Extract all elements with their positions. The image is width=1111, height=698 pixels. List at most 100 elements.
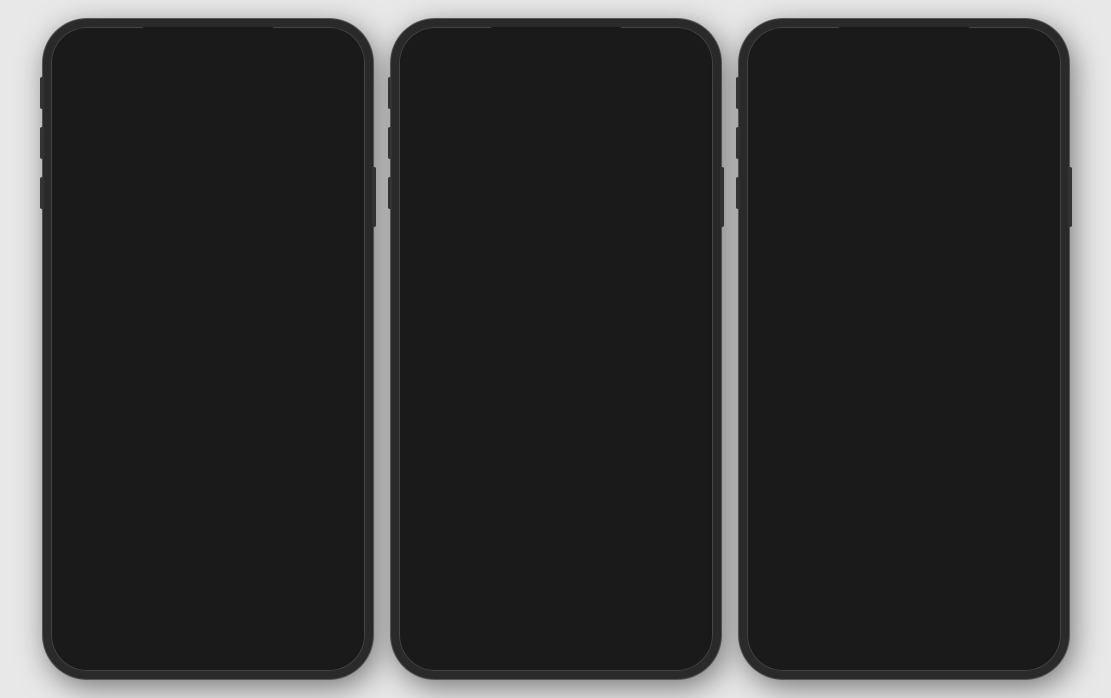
siri-menu-item-3[interactable]: Siri Create a Siri shortcut for opening … (747, 160, 1061, 214)
cell-by-v: $392,117.25 (572, 299, 700, 313)
p3-cm: Charente-Maritime (759, 469, 921, 483)
kpi-cost: $97M Total Product Cost (508, 119, 604, 152)
siri-label-3: Siri (801, 172, 1043, 188)
signal-bars-1 (282, 43, 300, 55)
search-icon-3 (765, 419, 787, 441)
kpi-cost-label: Total Product Cost (508, 142, 604, 152)
share-icon-3 (765, 125, 787, 147)
s2-bar1 (630, 51, 633, 55)
table-row: Alabama (411, 257, 701, 271)
scroll-thumb-3 (1043, 475, 1047, 535)
trends-tab-sales-3[interactable]: Sales (848, 521, 902, 543)
phone-3: 18:03 4G (739, 19, 1069, 679)
report-bottom-preview-3: Charente-Maritime $33,748.23 England $3,… (747, 469, 1061, 613)
refresh-label-1: Refresh visuals (105, 375, 347, 391)
network-3: 4G (1000, 43, 1015, 55)
battery-fill-1 (325, 46, 339, 53)
cell-br: Brandenburg (411, 313, 573, 327)
trends-title-3: Trends for: (759, 503, 1049, 517)
phone-2: 18:03 4G (391, 19, 721, 679)
s3-bar4 (993, 43, 996, 55)
table-row: Pacific $8,922,309.95 (411, 213, 701, 227)
table-icon-1 (79, 323, 101, 345)
battery-fill-2 (673, 46, 687, 53)
expand-button-3[interactable] (983, 72, 1011, 100)
favorite-menu-item-1[interactable]: Favorite (51, 262, 365, 308)
status-icons-1: 4G (282, 43, 345, 55)
refresh-menu-item-3[interactable]: Refresh visuals (747, 360, 1061, 406)
more-button-2[interactable] (673, 72, 701, 100)
fav-text-3: Favorite (801, 277, 1043, 293)
search-menu-item-3[interactable]: Open search (747, 407, 1061, 453)
more-button-3[interactable] (1019, 71, 1049, 101)
show-original-menu-item-3[interactable]: Show original visuals (755, 309, 1053, 359)
signal-bars-2 (630, 43, 648, 55)
expand-button-1[interactable] (287, 72, 315, 100)
cell-ab-v: $22,053.34 (572, 271, 700, 285)
show-tables-menu-item-1[interactable]: Show all visuals as tables (59, 309, 357, 359)
fav-text-1: Favorite (105, 277, 347, 293)
favorite-menu-item-3[interactable]: Favorite (747, 262, 1061, 308)
top-nav-3: Adventure Works-opti... ▾ Sales Overview… (747, 63, 1061, 109)
launch-menu-item-1[interactable]: Set as launch item (51, 215, 365, 261)
refresh-icon-3 (765, 372, 787, 394)
share-text-1: Share (105, 128, 347, 144)
cell-bc: British Columbia (411, 327, 573, 341)
scroll-thumb-2 (695, 267, 699, 327)
table-row: Arizona$2,071.42 (411, 285, 701, 299)
share-menu-item-1[interactable]: Share (51, 113, 365, 159)
expand-button-2[interactable] (637, 72, 665, 100)
table-row: 2020 Jan$711.85 (411, 439, 701, 453)
back-button-1[interactable] (63, 78, 79, 94)
trends-tab-sales-2[interactable]: Sales (500, 395, 554, 417)
status-time-3: 18:03 (767, 41, 803, 57)
siri-text-1: Siri Create a Siri shortcut for opening … (105, 172, 347, 202)
battery-fill-3 (1021, 46, 1035, 53)
nav-title-2: Adventure Works-opti... (435, 73, 581, 88)
kpi-cost-value: $97M (508, 119, 604, 142)
nav-title-group-2: Adventure Works-opti... ▾ Sales Overview… (431, 73, 637, 99)
cell-al-v (572, 257, 700, 271)
kpi-price: $1K Unit Price (605, 119, 701, 152)
cell-pac-val: $8,922,309.95 (550, 213, 700, 227)
show-original-text-3: Show original visuals (811, 326, 1033, 342)
refresh-menu-item-1[interactable]: Refresh visuals (51, 360, 365, 406)
bottom-table-2: State-Province Total Sales Alabama Alber… (411, 241, 701, 371)
table-row: 2020 Jan$711.85 (759, 565, 1049, 579)
trends-tabs-2: Product Cost Sales Price (411, 395, 701, 417)
table-row: Charente-Maritime $33,748.23 (759, 469, 1049, 483)
trends-table-2: Month Unit Price 2020 Jan$711.85 2020 Fe… (411, 423, 701, 481)
back-button-2[interactable] (411, 78, 427, 94)
cell-eu: Europe (411, 227, 551, 241)
trends-tab-price-3[interactable]: Price (902, 521, 953, 543)
table-row: British Columbia$1,852,413.67 (411, 327, 701, 341)
search-menu-item-1[interactable]: Open search (51, 407, 365, 453)
cell-ca-v: $5,569,347.50 (572, 341, 700, 355)
s3-bar1 (978, 51, 981, 55)
trends-tab-price-2[interactable]: Price (554, 395, 605, 417)
map-preview-1: Europe $8.7M © Microsoft Bing Terms (51, 469, 365, 671)
cell-pac: Pacific (411, 213, 551, 227)
battery-1 (323, 44, 345, 55)
back-button-3[interactable] (759, 78, 775, 94)
siri-sublabel-1: Create a Siri shortcut for opening this … (105, 188, 347, 202)
cell-az-v: $2,071.42 (572, 285, 700, 299)
nav-actions-3 (983, 71, 1049, 101)
launch-menu-item-3[interactable]: Set as launch item (747, 215, 1061, 261)
trends-tab-cost-3[interactable]: Product Cost (759, 521, 849, 543)
cell-na: North America (411, 199, 551, 213)
s2-bar2 (635, 49, 638, 55)
table-row: England $3,315,082.17 (759, 483, 1049, 497)
cell-ca: California (411, 341, 573, 355)
s3-bar2 (983, 49, 986, 55)
s2-bar3 (640, 46, 643, 55)
share-menu-item-3[interactable]: Share (747, 113, 1061, 159)
nav-actions-2 (637, 72, 701, 100)
nav-chevron-2: ▾ (583, 73, 589, 87)
search-text-3: Open search (801, 422, 1043, 438)
more-button-1[interactable] (323, 71, 353, 101)
nav-title-group-1: Adventure Works-opti... ▾ Sales Overview… (83, 73, 287, 99)
siri-menu-item-1[interactable]: Siri Create a Siri shortcut for opening … (51, 160, 365, 214)
trends-tab-product-cost-2[interactable]: Product Cost (411, 395, 501, 417)
top-nav-1: Adventure Works-opti... ▾ Sales Overview… (51, 63, 365, 109)
